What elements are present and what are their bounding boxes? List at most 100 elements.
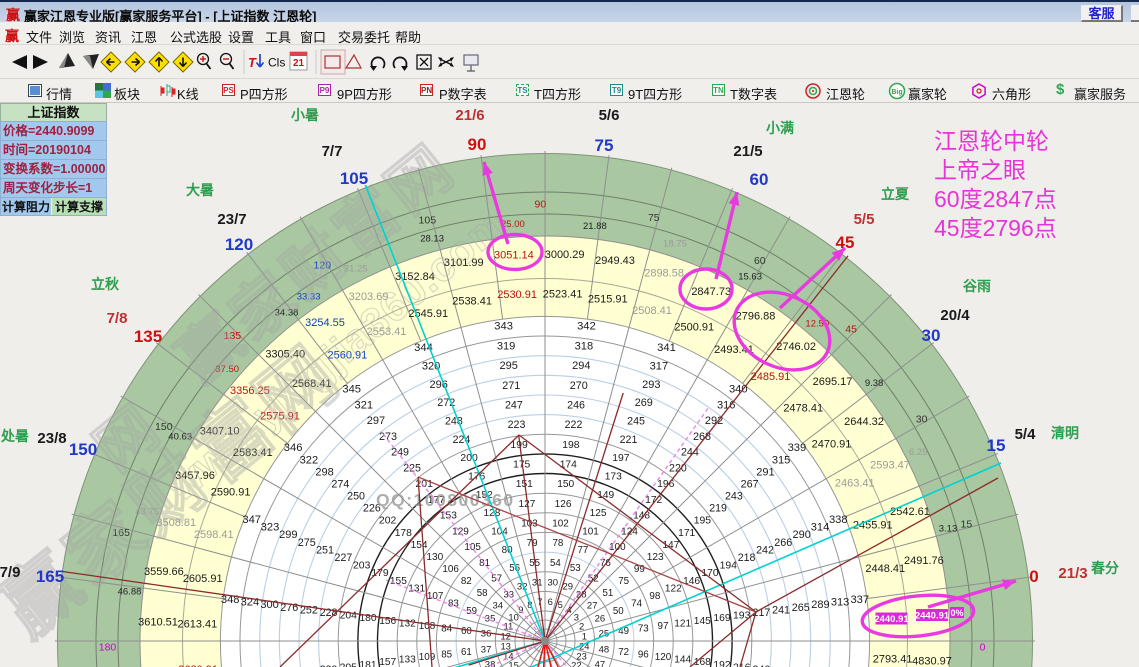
svg-text:347: 347 xyxy=(242,514,261,526)
svg-text:316: 316 xyxy=(717,399,736,411)
svg-text:2508.41: 2508.41 xyxy=(632,305,672,317)
svg-text:271: 271 xyxy=(502,380,520,392)
svg-text:181: 181 xyxy=(359,660,376,667)
svg-text:2613.41: 2613.41 xyxy=(178,618,218,630)
svg-text:130: 130 xyxy=(426,552,443,563)
svg-text:36: 36 xyxy=(481,629,492,640)
svg-text:23: 23 xyxy=(576,651,586,662)
svg-text:169: 169 xyxy=(713,613,730,624)
svg-text:2598.41: 2598.41 xyxy=(194,529,234,541)
svg-text:321: 321 xyxy=(355,399,374,411)
svg-text:6.25: 6.25 xyxy=(909,447,928,458)
svg-text:立秋: 立秋 xyxy=(91,276,120,292)
svg-text:5/6: 5/6 xyxy=(599,107,620,124)
svg-text:21.88: 21.88 xyxy=(583,221,607,232)
svg-text:176: 176 xyxy=(468,472,485,483)
svg-text:2440.91: 2440.91 xyxy=(915,611,950,622)
svg-text:319: 319 xyxy=(497,340,516,352)
svg-text:105: 105 xyxy=(340,169,368,188)
svg-text:2530.91: 2530.91 xyxy=(497,289,537,301)
svg-text:245: 245 xyxy=(627,416,645,428)
svg-text:51: 51 xyxy=(603,588,614,599)
svg-text:2478.41: 2478.41 xyxy=(783,403,823,415)
svg-text:21/5: 21/5 xyxy=(733,143,762,160)
svg-text:60: 60 xyxy=(461,626,472,637)
svg-text:23/8: 23/8 xyxy=(37,430,66,447)
svg-text:38: 38 xyxy=(485,659,496,667)
svg-text:2898.58: 2898.58 xyxy=(644,267,684,279)
svg-text:47: 47 xyxy=(595,659,606,667)
svg-text:清明: 清明 xyxy=(1051,425,1079,441)
svg-text:2491.76: 2491.76 xyxy=(904,555,944,567)
svg-text:4830.97: 4830.97 xyxy=(912,656,952,667)
svg-text:3559.66: 3559.66 xyxy=(144,566,184,578)
svg-text:77: 77 xyxy=(577,545,588,556)
svg-text:178: 178 xyxy=(395,528,412,539)
svg-text:173: 173 xyxy=(605,472,622,483)
svg-text:96: 96 xyxy=(638,649,649,660)
svg-text:大暑: 大暑 xyxy=(186,182,214,198)
svg-text:7/9: 7/9 xyxy=(0,564,20,581)
svg-text:289: 289 xyxy=(811,599,829,611)
svg-text:82: 82 xyxy=(461,576,472,587)
svg-text:2796.88: 2796.88 xyxy=(736,311,776,323)
svg-text:223: 223 xyxy=(508,419,526,431)
svg-text:107: 107 xyxy=(427,591,443,602)
svg-text:315: 315 xyxy=(772,454,791,466)
svg-text:269: 269 xyxy=(635,397,653,409)
svg-text:61: 61 xyxy=(461,647,472,658)
svg-text:3610.51: 3610.51 xyxy=(138,616,178,628)
svg-text:45: 45 xyxy=(845,323,857,335)
svg-text:129: 129 xyxy=(452,526,469,537)
svg-text:294: 294 xyxy=(572,360,590,372)
svg-text:298: 298 xyxy=(315,466,333,478)
svg-text:275: 275 xyxy=(298,537,316,549)
svg-text:5/5: 5/5 xyxy=(854,211,875,228)
svg-text:54: 54 xyxy=(550,558,561,569)
svg-text:193: 193 xyxy=(733,611,751,622)
svg-text:2500.91: 2500.91 xyxy=(674,322,714,334)
svg-text:0: 0 xyxy=(980,641,986,653)
svg-text:313: 313 xyxy=(831,597,850,609)
svg-text:105: 105 xyxy=(464,542,481,553)
svg-text:150: 150 xyxy=(557,479,574,490)
svg-text:75: 75 xyxy=(595,136,614,155)
svg-text:243: 243 xyxy=(725,491,743,503)
svg-text:157: 157 xyxy=(379,657,396,667)
svg-text:322: 322 xyxy=(300,454,319,466)
svg-text:2463.41: 2463.41 xyxy=(835,478,875,490)
svg-text:2605.91: 2605.91 xyxy=(183,573,223,585)
svg-text:53: 53 xyxy=(570,563,581,574)
svg-text:267: 267 xyxy=(741,479,759,491)
svg-text:180: 180 xyxy=(99,641,117,653)
svg-text:120: 120 xyxy=(225,235,253,254)
svg-text:2440.91: 2440.91 xyxy=(874,614,909,625)
svg-text:251: 251 xyxy=(316,544,334,556)
svg-text:2793.41: 2793.41 xyxy=(873,654,913,666)
svg-text:84: 84 xyxy=(441,624,452,635)
svg-text:146: 146 xyxy=(683,576,700,587)
svg-text:192: 192 xyxy=(713,660,730,667)
svg-text:126: 126 xyxy=(555,499,572,510)
svg-text:2847.73: 2847.73 xyxy=(691,286,731,298)
svg-text:106: 106 xyxy=(442,564,459,575)
svg-text:222: 222 xyxy=(565,419,583,431)
svg-text:2515.91: 2515.91 xyxy=(588,294,628,306)
svg-text:299: 299 xyxy=(279,529,297,541)
svg-text:74: 74 xyxy=(631,599,642,610)
svg-text:171: 171 xyxy=(678,528,695,539)
svg-text:219: 219 xyxy=(709,503,727,515)
svg-text:314: 314 xyxy=(811,522,830,534)
svg-text:3.13: 3.13 xyxy=(939,524,958,535)
svg-text:春分: 春分 xyxy=(1090,560,1119,576)
svg-text:2448.41: 2448.41 xyxy=(865,563,905,575)
svg-text:153: 153 xyxy=(440,511,457,522)
svg-text:145: 145 xyxy=(694,616,711,627)
svg-text:处暑: 处暑 xyxy=(0,428,29,444)
svg-text:120: 120 xyxy=(655,652,672,663)
svg-text:205: 205 xyxy=(340,662,358,667)
svg-text:谷雨: 谷雨 xyxy=(963,278,991,294)
svg-text:195: 195 xyxy=(694,516,712,527)
svg-text:247: 247 xyxy=(505,399,523,411)
svg-text:59: 59 xyxy=(466,606,477,617)
